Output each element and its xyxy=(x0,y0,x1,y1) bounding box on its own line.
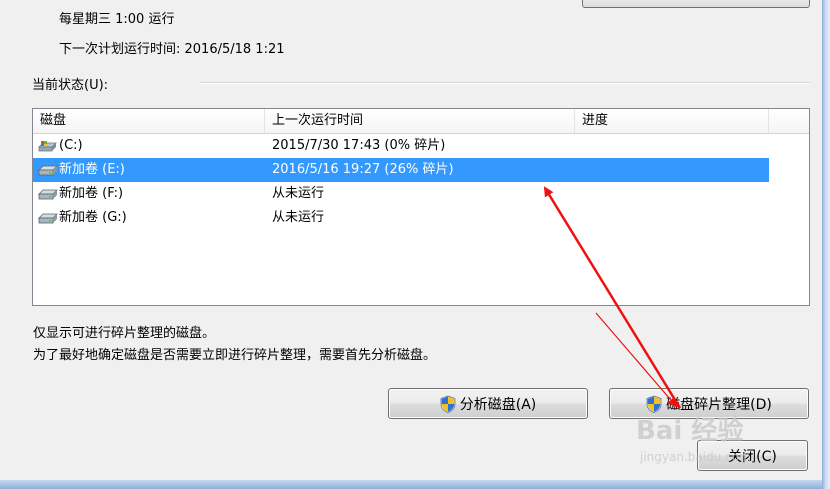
note-defragmentable-only: 仅显示可进行碎片整理的磁盘。 xyxy=(33,326,216,341)
uac-shield-icon xyxy=(440,395,456,413)
disk-last-run: 从未运行 xyxy=(272,186,325,201)
disk-name: 新加卷 (F:) xyxy=(59,186,124,201)
schedule-frequency: 每星期三 1:00 运行 xyxy=(59,12,175,27)
analyze-disk-label: 分析磁盘(A) xyxy=(459,396,537,413)
system-drive-icon xyxy=(38,141,57,152)
drive-icon xyxy=(38,189,58,200)
disk-list[interactable]: 磁盘 上一次运行时间 进度 (C:) 2015/7/30 17:43 (0% 碎… xyxy=(32,108,810,306)
status-separator xyxy=(200,82,810,84)
analyze-disk-button[interactable]: 分析磁盘(A) xyxy=(388,388,588,419)
disk-list-header: 磁盘 上一次运行时间 进度 xyxy=(33,109,809,134)
disk-row-g[interactable]: 新加卷 (G:) 从未运行 xyxy=(33,206,769,230)
configure-schedule-button[interactable] xyxy=(582,0,810,8)
drive-icon xyxy=(38,213,58,224)
watermark-logo-text: Bai 经验 xyxy=(636,416,744,446)
disk-last-run: 从未运行 xyxy=(272,210,325,225)
column-header-progress[interactable]: 进度 xyxy=(575,109,769,133)
disk-row-c[interactable]: (C:) 2015/7/30 17:43 (0% 碎片) xyxy=(33,134,769,158)
disk-name: 新加卷 (E:) xyxy=(59,162,125,177)
disk-row-f[interactable]: 新加卷 (F:) 从未运行 xyxy=(33,182,769,206)
window-frame-bottom xyxy=(0,480,822,489)
watermark-url: jingyan.baidu.com xyxy=(640,450,751,464)
current-status-label: 当前状态(U): xyxy=(32,78,109,93)
column-header-last-run[interactable]: 上一次运行时间 xyxy=(265,109,575,133)
window-frame-right xyxy=(822,0,830,489)
disk-last-run: 2015/7/30 17:43 (0% 碎片) xyxy=(272,138,446,153)
disk-name: (C:) xyxy=(59,138,83,153)
disk-name: 新加卷 (G:) xyxy=(59,210,127,225)
note-analyze-first: 为了最好地确定磁盘是否需要立即进行碎片整理，需要首先分析磁盘。 xyxy=(33,348,437,363)
column-header-disk[interactable]: 磁盘 xyxy=(33,109,265,133)
next-run-time: 下一次计划运行时间: 2016/5/18 1:21 xyxy=(59,42,285,57)
drive-icon xyxy=(38,165,58,176)
disk-last-run: 2016/5/16 19:27 (26% 碎片) xyxy=(272,162,454,177)
disk-row-e[interactable]: 新加卷 (E:) 2016/5/16 19:27 (26% 碎片) xyxy=(33,158,769,182)
